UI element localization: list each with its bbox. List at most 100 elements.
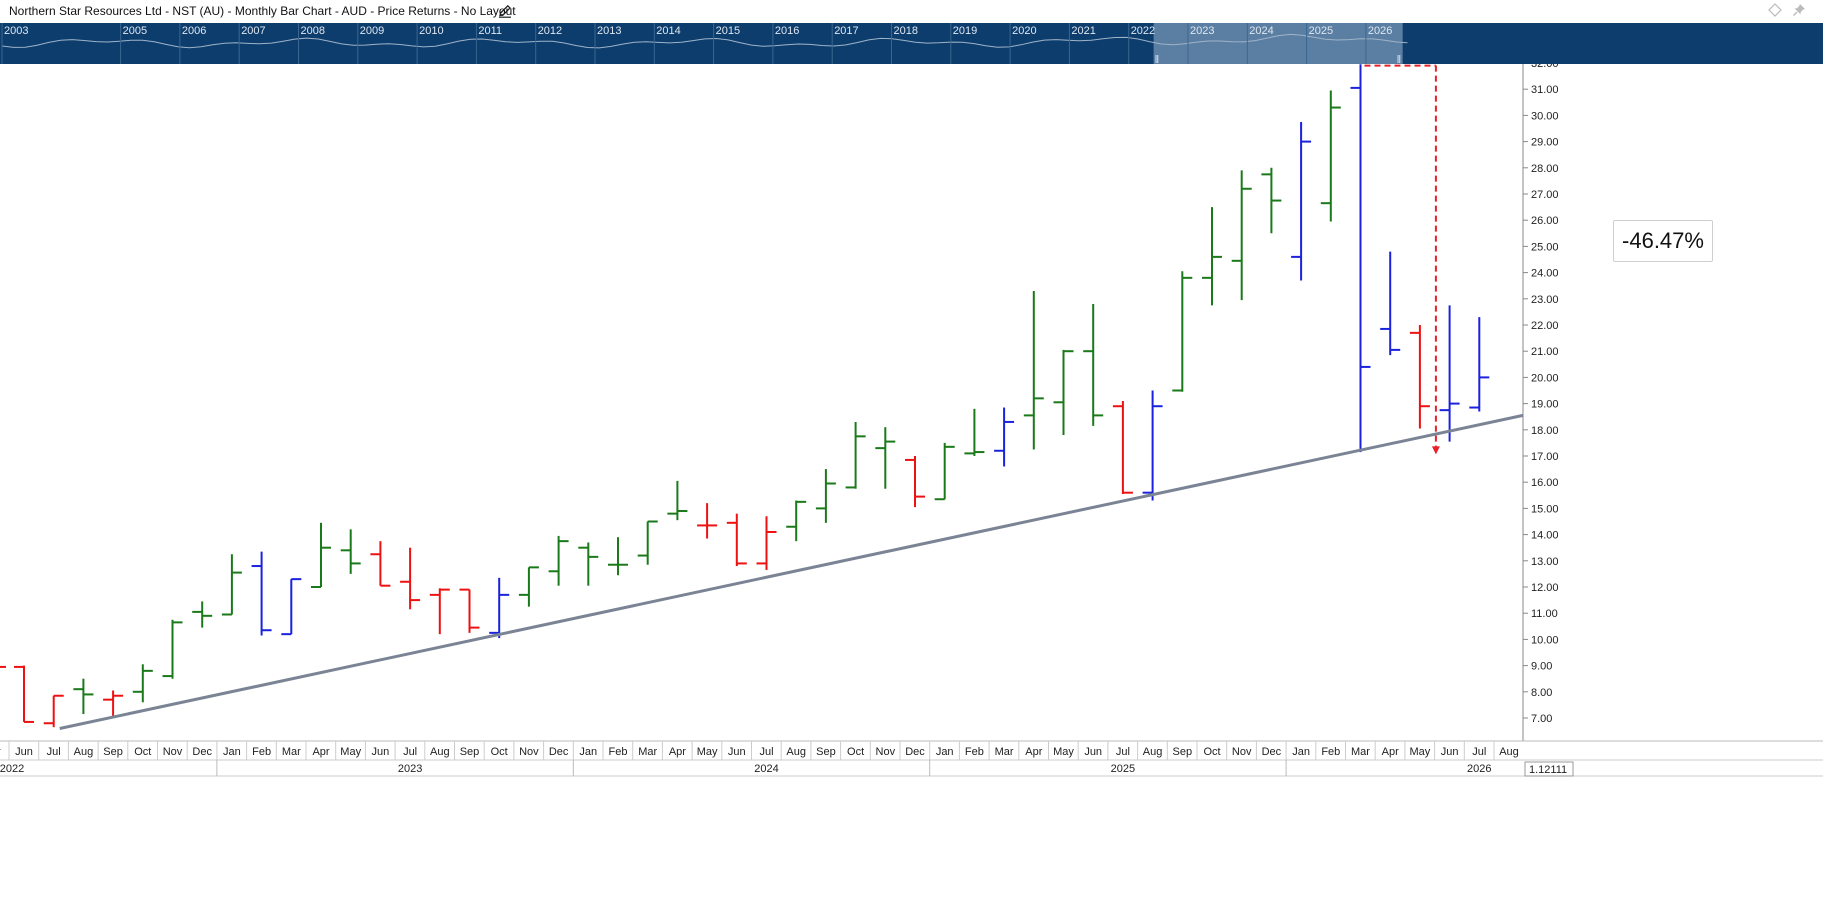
x-axis-month-label: Mar xyxy=(638,746,657,758)
x-axis-month-label: Aug xyxy=(786,746,806,758)
navigator-year-label[interactable]: 2005 xyxy=(123,25,147,37)
navigator-year-label[interactable]: 2008 xyxy=(301,25,325,37)
x-axis-month-label: Jan xyxy=(223,746,241,758)
x-axis-month-label: Oct xyxy=(491,746,508,758)
navigator-year-label[interactable]: 2013 xyxy=(597,25,621,37)
x-axis-month-label: Mar xyxy=(995,746,1014,758)
navigator-year-label[interactable]: 2009 xyxy=(360,25,384,37)
x-axis-month-label: Apr xyxy=(1382,746,1399,758)
x-axis-month-label: Aug xyxy=(1143,746,1163,758)
x-axis-month-label: Aug xyxy=(74,746,94,758)
x-axis-month-label: Jun xyxy=(372,746,390,758)
x-axis-month-label: Jun xyxy=(1441,746,1459,758)
x-axis-month-label: Jun xyxy=(1084,746,1102,758)
navigator-year-label[interactable]: 2021 xyxy=(1071,25,1095,37)
x-axis-month-label: Oct xyxy=(1203,746,1220,758)
navigator-year-label[interactable]: 2015 xyxy=(716,25,740,37)
x-axis-year-label: 2022 xyxy=(0,763,24,775)
y-axis-tick-label: 30.00 xyxy=(1531,110,1559,122)
x-axis-month-label: Jul xyxy=(1472,746,1486,758)
current-value-tag-text: 1.12111 xyxy=(1529,764,1567,776)
x-axis-year-label: 2024 xyxy=(754,763,778,775)
navigator-year-label[interactable]: 2017 xyxy=(834,25,858,37)
x-axis-month-label: Nov xyxy=(519,746,539,758)
x-axis-month-label: Oct xyxy=(847,746,864,758)
navigator-year-label[interactable]: 2022 xyxy=(1131,25,1155,37)
y-axis-tick-label: 11.00 xyxy=(1531,608,1558,620)
x-axis-month-label: Apr xyxy=(312,746,329,758)
navigator-year-label[interactable]: 2014 xyxy=(656,25,680,37)
y-axis-tick-label: 9.00 xyxy=(1531,661,1552,673)
navigator-year-label[interactable]: 2006 xyxy=(182,25,206,37)
x-axis-month-label-partial: r xyxy=(0,746,1,758)
x-axis-month-label: Mar xyxy=(1351,746,1370,758)
x-axis-year-label: 2023 xyxy=(398,763,422,775)
navigator-strip[interactable]: 2003 2005 2006 2007 2008 2009 2010 2011 2012 2013… xyxy=(0,23,1823,64)
price-chart[interactable]: 7.00 8.00 9.00 10.00 11.00 12.00 13.00 14.00 15.… xyxy=(0,64,1823,905)
x-axis-month-label: Jan xyxy=(936,746,954,758)
period-navigator[interactable]: 2003 2005 2006 2007 2008 2009 2010 2011 2012 2013… xyxy=(0,23,1823,64)
y-axis-tick-label: 21.00 xyxy=(1531,346,1559,358)
x-axis-month-label: Jul xyxy=(47,746,61,758)
x-axis-month-label: Apr xyxy=(669,746,686,758)
y-axis-tick-label: 19.00 xyxy=(1531,399,1559,411)
navigator-year-label[interactable]: 2023 xyxy=(1190,25,1214,37)
x-axis-month-label: Sep xyxy=(1173,746,1193,758)
navigator-year-label[interactable]: 2003 xyxy=(4,25,28,37)
navigator-handle[interactable]: ‖ xyxy=(1155,54,1160,64)
diamond-icon[interactable] xyxy=(1768,3,1782,17)
percent-change-value: -46.47% xyxy=(1622,228,1704,253)
y-axis-tick-label: 18.00 xyxy=(1531,425,1559,437)
navigator-year-label[interactable]: 2010 xyxy=(419,25,443,37)
y-axis-tick-label: 8.00 xyxy=(1531,687,1552,699)
x-axis-month-label: Nov xyxy=(1232,746,1252,758)
x-axis-month-label: Mar xyxy=(282,746,301,758)
x-axis-month-label: Feb xyxy=(965,746,984,758)
y-axis-tick-label: 20.00 xyxy=(1531,372,1559,384)
current-value-tag: 1.12111 xyxy=(1524,761,1574,777)
y-axis-tick-label: 32.00 xyxy=(1531,64,1559,70)
navigator-year-label[interactable]: 2019 xyxy=(953,25,977,37)
chart-header: Northern Star Resources Ltd - NST (AU) -… xyxy=(0,0,1823,23)
navigator-year-label[interactable]: 2012 xyxy=(538,25,562,37)
x-axis-month-label: Oct xyxy=(134,746,151,758)
navigator-year-label[interactable]: 2011 xyxy=(478,25,502,37)
x-axis-month-label: Jul xyxy=(1116,746,1130,758)
y-axis-tick-label: 14.00 xyxy=(1531,530,1559,542)
x-axis-month-label: Apr xyxy=(1025,746,1042,758)
y-axis-tick-label: 23.00 xyxy=(1531,294,1559,306)
y-axis-tick-label: 12.00 xyxy=(1531,582,1559,594)
x-axis-month-label: Feb xyxy=(609,746,628,758)
x-axis-month-label: Jul xyxy=(403,746,417,758)
navigator-year-label[interactable]: 2007 xyxy=(241,25,265,37)
y-axis-tick-label: 10.00 xyxy=(1531,634,1559,646)
x-axis-month-label: Dec xyxy=(905,746,925,758)
x-axis-month-label: May xyxy=(1410,746,1431,758)
y-axis-tick-label: 27.00 xyxy=(1531,189,1559,201)
x-axis-month-label: Sep xyxy=(103,746,123,758)
x-axis-month-label: May xyxy=(697,746,718,758)
x-axis-month-label: Dec xyxy=(1262,746,1282,758)
x-axis-year-label: 2025 xyxy=(1111,763,1135,775)
y-axis-tick-label: 29.00 xyxy=(1531,137,1559,149)
x-axis-month-label: Jun xyxy=(15,746,33,758)
navigator-year-label[interactable]: 2024 xyxy=(1249,25,1273,37)
y-axis-tick-label: 17.00 xyxy=(1531,451,1559,463)
x-axis-month-label: May xyxy=(340,746,361,758)
navigator-year-label[interactable]: 2025 xyxy=(1309,25,1333,37)
navigator-year-label[interactable]: 2020 xyxy=(1012,25,1036,37)
y-axis-tick-label: 22.00 xyxy=(1531,320,1559,332)
pin-icon[interactable] xyxy=(1792,3,1806,17)
percent-change-label[interactable]: -46.47% xyxy=(1613,220,1713,262)
navigator-handle[interactable]: ‖ xyxy=(1397,54,1402,64)
x-axis-month-label: Sep xyxy=(816,746,836,758)
x-axis-month-label: Aug xyxy=(430,746,450,758)
navigator-year-label[interactable]: 2026 xyxy=(1368,25,1392,37)
x-axis-year-label: 2026 xyxy=(1467,763,1491,775)
edit-pencil-icon[interactable] xyxy=(497,3,513,19)
navigator-year-label[interactable]: 2016 xyxy=(775,25,799,37)
y-axis-tick-label: 13.00 xyxy=(1531,556,1559,568)
plot-area[interactable] xyxy=(0,64,1523,741)
x-axis-month-label: Dec xyxy=(549,746,569,758)
navigator-year-label[interactable]: 2018 xyxy=(894,25,918,37)
